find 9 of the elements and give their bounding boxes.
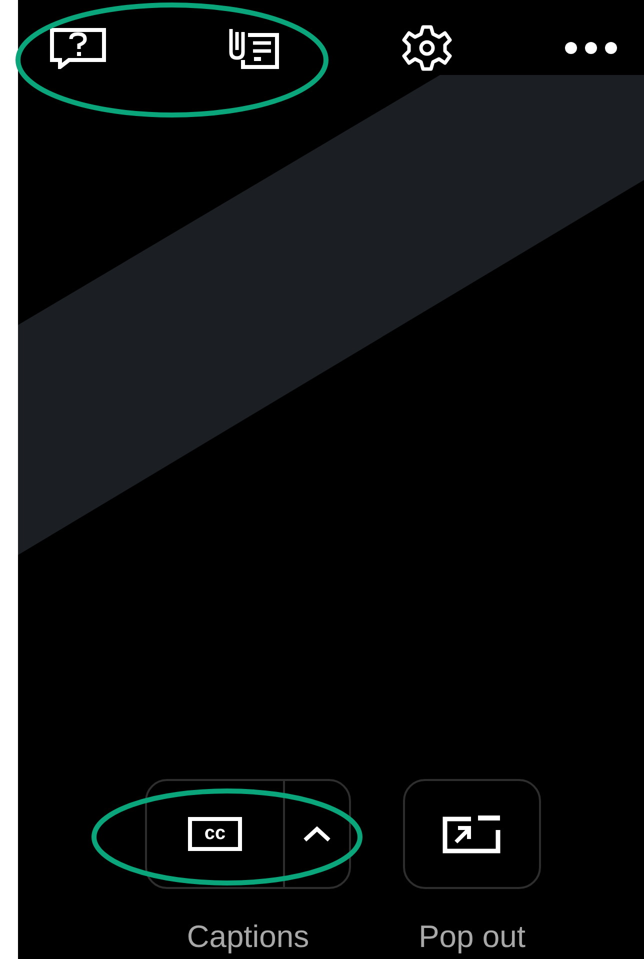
control-label: Pop out — [418, 919, 526, 955]
help-icon[interactable] — [49, 27, 107, 69]
more-icon[interactable] — [563, 41, 619, 55]
caret-icon — [302, 826, 332, 842]
captions-toggle[interactable]: cc — [147, 781, 283, 887]
captions-button[interactable]: cc — [145, 779, 351, 889]
popout-icon — [441, 814, 503, 854]
captions-icon: cc — [188, 817, 242, 851]
control-label: Captions — [186, 919, 310, 955]
